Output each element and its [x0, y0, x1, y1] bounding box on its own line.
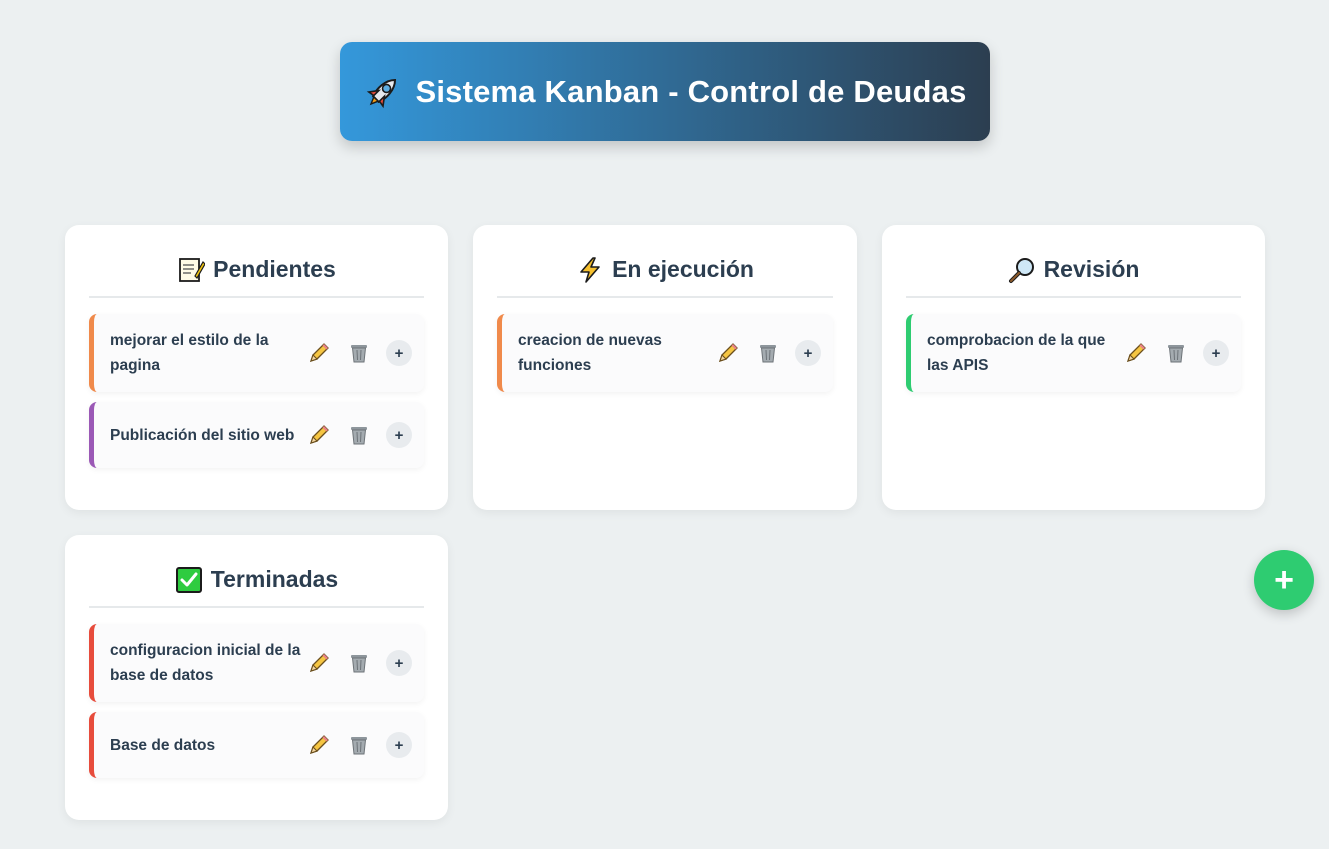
- task-card[interactable]: Base de datos +: [89, 712, 424, 778]
- column-pendientes: Pendientes mejorar el estilo de la pagin…: [65, 225, 448, 510]
- column-header: Pendientes: [89, 253, 424, 298]
- edit-pencil-icon[interactable]: [715, 340, 741, 366]
- memo-icon: [177, 256, 206, 284]
- task-card[interactable]: configuracion inicial de la base de dato…: [89, 624, 424, 702]
- magnifier-icon: [1008, 256, 1036, 284]
- edit-pencil-icon[interactable]: [306, 422, 332, 448]
- column-header: Terminadas: [89, 563, 424, 608]
- trash-icon[interactable]: [755, 340, 781, 366]
- add-subtask-button[interactable]: +: [386, 732, 412, 758]
- add-subtask-button[interactable]: +: [386, 650, 412, 676]
- task-card[interactable]: comprobacion de la que las APIS +: [906, 314, 1241, 392]
- task-card[interactable]: mejorar el estilo de la pagina +: [89, 314, 424, 392]
- column-header: Revisión: [906, 253, 1241, 298]
- add-subtask-button[interactable]: +: [386, 340, 412, 366]
- task-title: Base de datos: [110, 736, 216, 754]
- column-title: Pendientes: [213, 256, 336, 282]
- column-terminadas: Terminadas configuracion inicial de la b…: [65, 535, 448, 820]
- task-title: configuracion inicial de la base de dato…: [110, 642, 301, 684]
- rocket-icon: [363, 72, 403, 112]
- task-title: Publicación del sitio web: [110, 426, 295, 444]
- trash-icon[interactable]: [346, 732, 372, 758]
- task-card[interactable]: creacion de nuevas funciones +: [497, 314, 833, 392]
- trash-icon[interactable]: [1163, 340, 1189, 366]
- edit-pencil-icon[interactable]: [306, 650, 332, 676]
- column-header: En ejecución: [497, 253, 833, 298]
- column-revision: Revisión comprobacion de la que las APIS…: [882, 225, 1265, 510]
- edit-pencil-icon[interactable]: [1123, 340, 1149, 366]
- add-subtask-button[interactable]: +: [795, 340, 821, 366]
- add-task-fab[interactable]: +: [1254, 550, 1314, 610]
- trash-icon[interactable]: [346, 422, 372, 448]
- task-card[interactable]: Publicación del sitio web +: [89, 402, 424, 468]
- column-en-ejecucion: En ejecución creacion de nuevas funcione…: [473, 225, 857, 510]
- column-title: Revisión: [1043, 256, 1140, 282]
- trash-icon[interactable]: [346, 340, 372, 366]
- task-title: comprobacion de la que las APIS: [927, 332, 1106, 374]
- add-subtask-button[interactable]: +: [386, 422, 412, 448]
- edit-pencil-icon[interactable]: [306, 340, 332, 366]
- trash-icon[interactable]: [346, 650, 372, 676]
- kanban-board: Pendientes mejorar el estilo de la pagin…: [65, 225, 1265, 820]
- app-title: Sistema Kanban - Control de Deudas: [415, 73, 967, 109]
- task-title: mejorar el estilo de la pagina: [110, 332, 269, 374]
- edit-pencil-icon[interactable]: [306, 732, 332, 758]
- column-title: En ejecución: [612, 256, 754, 282]
- lightning-icon: [576, 256, 604, 284]
- column-title: Terminadas: [210, 566, 339, 592]
- app-header: Sistema Kanban - Control de Deudas: [340, 42, 990, 141]
- check-box-icon: [175, 566, 203, 594]
- add-subtask-button[interactable]: +: [1203, 340, 1229, 366]
- task-title: creacion de nuevas funciones: [518, 332, 662, 374]
